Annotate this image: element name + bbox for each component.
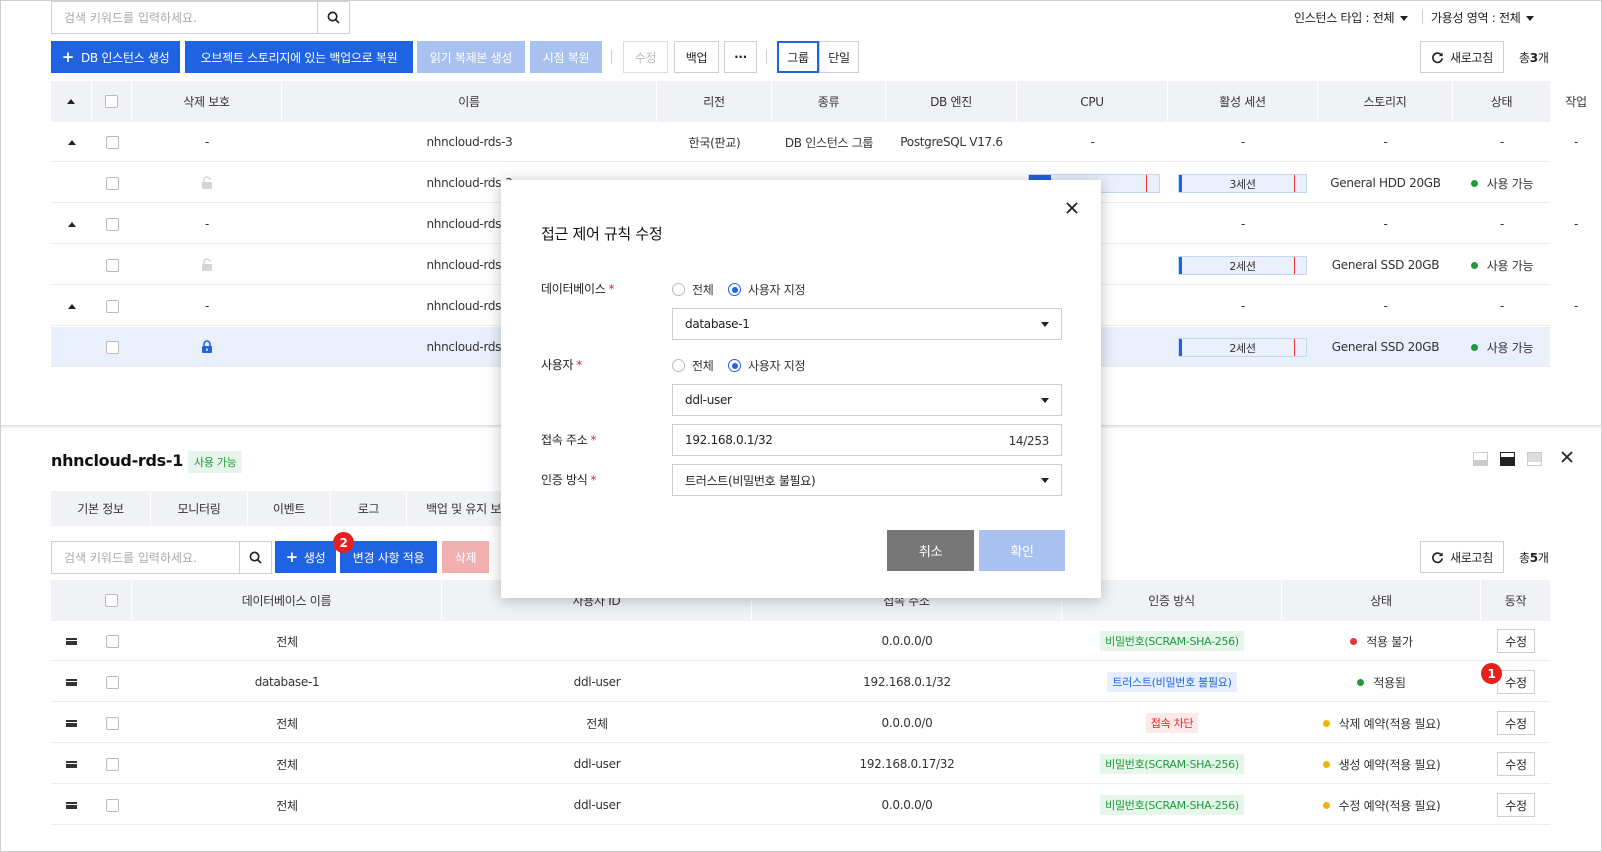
database-select[interactable]: database-1 <box>672 308 1062 340</box>
chevron-down-icon <box>1041 478 1049 483</box>
user-all-radio[interactable]: 전체 <box>672 357 714 374</box>
chevron-down-icon <box>1041 322 1049 327</box>
user-label: 사용자 * <box>541 358 582 372</box>
auth-method-select[interactable]: 트러스트(비밀번호 불필요) <box>672 464 1062 496</box>
database-custom-radio[interactable]: 사용자 지정 <box>728 281 806 298</box>
confirm-button[interactable]: 확인 <box>979 530 1065 571</box>
radio-on-icon <box>728 359 741 372</box>
edit-access-rule-modal: 접근 제어 규칙 수정 데이터베이스 * 전체 사용자 지정 database-1… <box>501 180 1101 598</box>
user-custom-radio[interactable]: 사용자 지정 <box>728 357 806 374</box>
address-input[interactable]: 192.168.0.1/32 14/253 <box>672 424 1062 456</box>
close-icon[interactable] <box>1065 201 1079 218</box>
chevron-down-icon <box>1041 398 1049 403</box>
cancel-button[interactable]: 취소 <box>887 530 974 571</box>
radio-off-icon <box>672 359 685 372</box>
modal-title: 접근 제어 규칙 수정 <box>541 225 663 243</box>
radio-off-icon <box>672 283 685 296</box>
radio-on-icon <box>728 283 741 296</box>
database-all-radio[interactable]: 전체 <box>672 281 714 298</box>
address-label: 접속 주소 * <box>541 433 597 447</box>
database-label: 데이터베이스 * <box>541 282 615 296</box>
user-select[interactable]: ddl-user <box>672 384 1062 416</box>
auth-label: 인증 방식 * <box>541 473 597 487</box>
address-char-counter: 14/253 <box>1008 434 1050 448</box>
